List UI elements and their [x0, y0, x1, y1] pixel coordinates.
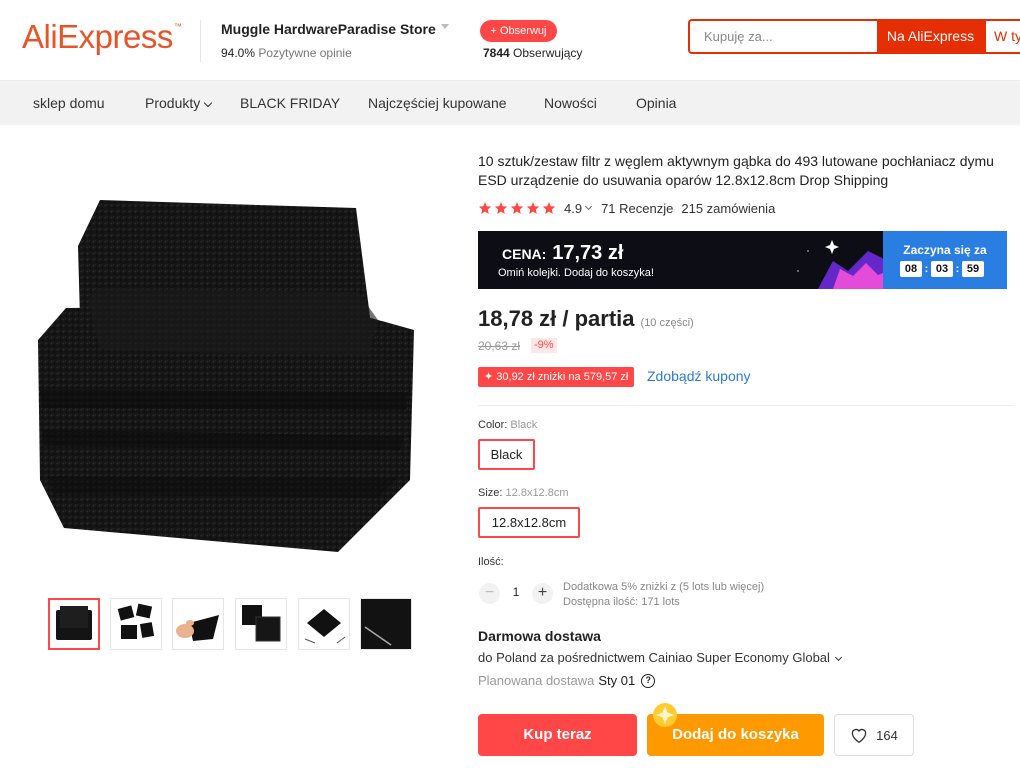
planned-delivery: Planowana dostawa Sty 01 ? [478, 673, 656, 688]
quantity-info: Dodatkowa 5% zniżki z (5 lots lub więcej… [563, 581, 765, 608]
header-divider [200, 20, 201, 62]
help-icon[interactable]: ? [641, 673, 656, 688]
heart-icon [851, 728, 867, 743]
size-option-12-8[interactable]: 12.8x12.8cm [478, 507, 580, 538]
thumbnail-2[interactable] [110, 598, 162, 650]
promo-decoration [797, 240, 888, 289]
promo-banner[interactable]: CENA: 17,73 zł Omiń kolejki. Dodaj do ko… [478, 231, 1007, 289]
color-option-black[interactable]: Black [478, 439, 535, 470]
sparkle-icon [653, 703, 677, 727]
timer-hours: 08 [900, 261, 922, 277]
timer-label: Zaczyna się za [903, 243, 987, 257]
quantity-input[interactable]: 1 [510, 585, 522, 599]
promo-subtitle: Omiń kolejki. Dodaj do koszyka! [498, 267, 654, 279]
shipping-title: Darmowa dostawa [478, 628, 601, 644]
store-nav: sklep domu Produkty BLACK FRIDAY Najczęś… [0, 81, 1020, 125]
rating-row: 4.9 71 Recenzje 215 zamówienia [478, 199, 775, 217]
chevron-down-icon [834, 653, 842, 662]
rating-value[interactable]: 4.9 [564, 201, 582, 216]
old-price: 20,63 zł [478, 339, 521, 353]
nav-item-products[interactable]: Produkty [145, 95, 213, 111]
discount-badge: -9% [531, 338, 557, 353]
chevron-down-icon[interactable] [585, 202, 593, 211]
product-title: 10 sztuk/zestaw filtr z węglem aktywnym … [478, 153, 994, 188]
timer-minutes: 03 [931, 261, 953, 277]
get-coupons-link[interactable]: Zdobądź kupony [647, 368, 751, 384]
star-icon [478, 202, 492, 214]
reviews-link[interactable]: 71 Recenzje [601, 201, 673, 216]
star-icon [526, 202, 540, 214]
quantity-increase-button[interactable]: + [532, 583, 553, 604]
quantity-label: Ilość: [478, 556, 504, 568]
store-name[interactable]: Muggle HardwareParadise Store [221, 21, 436, 37]
chevron-down-icon[interactable] [441, 24, 449, 29]
divider [478, 405, 1013, 406]
wishlist-count: 164 [876, 727, 898, 743]
chevron-down-icon [204, 98, 213, 108]
star-icon [542, 202, 556, 214]
size-label: Size: 12.8x12.8cm [478, 487, 569, 499]
color-label: Color: Black [478, 419, 538, 431]
thumbnail-5[interactable] [298, 598, 350, 650]
quantity-decrease-button[interactable]: − [479, 583, 500, 604]
follow-button[interactable]: + Obserwuj [480, 20, 557, 42]
star-icon [494, 202, 508, 214]
promo-timer: Zaczyna się za 08 : 03 : 59 [883, 231, 1007, 289]
aliexpress-logo[interactable]: AliExpress™ [22, 18, 182, 56]
thumbnail-6[interactable] [360, 598, 412, 650]
search-input[interactable] [690, 21, 878, 52]
thumbnail-4[interactable] [235, 598, 287, 650]
timer-seconds: 59 [962, 261, 984, 277]
followers-count: 7844 Obserwujący [483, 46, 583, 60]
star-icon [510, 202, 524, 214]
nav-item-feedback[interactable]: Opinia [636, 95, 676, 111]
orders-count: 215 zamówienia [681, 200, 776, 216]
nav-item-home[interactable]: sklep domu [33, 95, 105, 111]
buy-now-button[interactable]: Kup teraz [478, 714, 637, 756]
nav-item-black-friday[interactable]: BLACK FRIDAY [240, 95, 340, 111]
search-store-button[interactable]: W ty [984, 19, 1020, 54]
nav-item-new[interactable]: Nowości [544, 95, 597, 111]
promo-price: CENA: 17,73 zł [502, 242, 624, 264]
store-rating: 94.0% Pozytywne opinie [221, 46, 352, 60]
product-main-image[interactable] [38, 180, 414, 560]
search-aliexpress-button[interactable]: Na AliExpress [877, 19, 984, 54]
current-price: 18,78 zł / partia (10 części) [478, 306, 694, 331]
wishlist-button[interactable]: 164 [834, 714, 914, 756]
coupon-badge[interactable]: ✦ 30,92 zł zniżki na 579,57 zł [478, 367, 635, 387]
header: AliExpress™ Muggle HardwareParadise Stor… [0, 0, 1020, 81]
shipping-method[interactable]: do Poland za pośrednictwem Cainiao Super… [478, 650, 842, 665]
nav-item-bestsellers[interactable]: Najczęściej kupowane [368, 95, 507, 111]
search-box [688, 19, 878, 54]
thumbnail-1[interactable] [48, 598, 100, 650]
countdown: 08 : 03 : 59 [900, 261, 984, 277]
thumbnail-3[interactable] [172, 598, 224, 650]
